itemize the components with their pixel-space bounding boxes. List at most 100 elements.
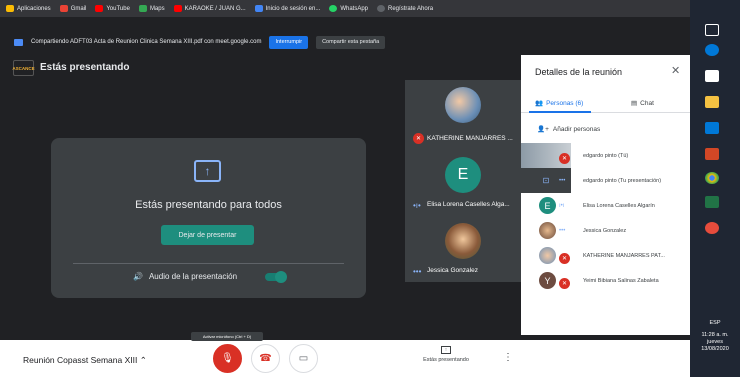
system-tray: ESP 11:28 a. m. jueves 13/08/2020 (690, 320, 740, 353)
mic-tooltip: Activar micrófono (Ctrl + D) (191, 332, 263, 341)
panel-tabs: 👥 Personas (6) ▤ Chat (521, 93, 690, 113)
bookmark-gmail[interactable]: Gmail (59, 5, 86, 12)
bottom-controls-bar: Reunión Copasst Semana XIII ⌃ 🎙 ☎ ▭ (0, 340, 690, 377)
bookmark-youtube[interactable]: YouTube (95, 5, 130, 12)
stop-presenting-button[interactable]: Dejar de presentar (161, 225, 254, 245)
people-icon: 👥 (535, 100, 544, 107)
bookmarks-bar: Aplicaciones Gmail YouTube Maps KARAOKE … (0, 0, 690, 17)
bookmark-apps[interactable]: Aplicaciones (6, 5, 51, 12)
youtube-icon (173, 5, 182, 12)
store-icon[interactable] (705, 70, 719, 82)
brand-logo: ASCANCE (12, 60, 35, 76)
apps-grid-icon (6, 5, 14, 12)
present-screen-icon: ↑ (194, 160, 221, 182)
bookmark-login[interactable]: Inicio de sesión en... (254, 5, 320, 12)
participant-tile-elisa[interactable]: E •ı• Elisa Lorena Caselles Alga... (405, 150, 521, 216)
participant-name: KATHERINE MANJARRES ... (427, 135, 513, 142)
mic-off-icon: ✕ (559, 153, 570, 164)
whatsapp-icon (329, 5, 338, 12)
site-icon (254, 5, 263, 12)
youtube-icon (95, 5, 104, 12)
list-item[interactable]: ✕ edgardo pinto (Tú) (521, 143, 690, 168)
mic-off-icon: ✕ (559, 253, 570, 264)
screen-share-icon (14, 38, 23, 46)
speaker-icon: 🔊 (133, 272, 143, 281)
avatar: Y (539, 272, 556, 289)
list-item[interactable]: E ı•ı Elisa Lorena Caselles Algarín (521, 193, 690, 218)
mic-off-icon: ✕ (413, 133, 424, 144)
avatar (539, 222, 556, 239)
mic-off-icon: 🎙 (221, 353, 234, 364)
close-icon[interactable]: ✕ (671, 64, 680, 77)
bookmark-whatsapp[interactable]: WhatsApp (329, 5, 368, 12)
bookmark-karaoke[interactable]: KARAOKE / JUAN G... (173, 5, 246, 12)
presenting-message: Estás presentando para todos (135, 199, 282, 211)
task-view-icon[interactable] (705, 24, 719, 36)
speaking-indicator-icon: ı•ı (559, 203, 565, 209)
mic-off-icon: ✕ (559, 278, 570, 289)
tray-day: jueves (707, 339, 723, 345)
stop-sharing-button[interactable]: Interrumpir (269, 35, 309, 49)
avatar: E (539, 197, 556, 214)
participant-name: Elisa Lorena Caselles Alga... (427, 201, 510, 208)
more-options-icon[interactable]: ⋮ (503, 352, 513, 363)
avatar (445, 87, 481, 123)
panel-title: Detalles de la reunión (535, 67, 623, 77)
add-people-button[interactable]: 👤+ Añadir personas (537, 125, 600, 134)
camera-icon: ▭ (298, 353, 309, 364)
explorer-icon[interactable] (705, 96, 719, 108)
phone-hangup-icon: ☎ (259, 353, 272, 364)
share-this-tab-button[interactable]: Compartir esta pestaña (316, 35, 386, 49)
tab-chat[interactable]: ▤ Chat (631, 93, 654, 113)
participant-list: ✕ edgardo pinto (Tú) ⊡ ••• edgardo pinto… (521, 143, 690, 293)
presentation-audio-toggle[interactable] (265, 271, 287, 283)
toggle-knob (275, 271, 287, 283)
more-dots-icon: ••• (559, 228, 566, 234)
list-item[interactable]: Y ✕ Yeimi Bibiana Salinas Zabaleta (521, 268, 690, 293)
chevron-up-icon: ⌃ (139, 355, 147, 365)
gmail-icon (59, 5, 68, 12)
excel-icon[interactable] (705, 196, 719, 208)
leave-call-button[interactable]: ☎ (251, 344, 280, 373)
presenting-card: ↑ Estás presentando para todos Dejar de … (51, 138, 366, 298)
tray-time[interactable]: 11:28 a. m. (690, 332, 740, 339)
bookmark-maps[interactable]: Maps (138, 5, 165, 12)
meeting-name[interactable]: Reunión Copasst Semana XIII ⌃ (23, 355, 147, 366)
present-screen-icon: ↑ (441, 346, 451, 354)
mic-toggle-button[interactable]: 🎙 (213, 344, 242, 373)
camera-toggle-button[interactable]: ▭ (289, 344, 318, 373)
edge-icon[interactable] (705, 44, 719, 56)
list-item[interactable]: ••• Jessica Gonzalez (521, 218, 690, 243)
bookmark-register[interactable]: Regístrate Ahora (377, 5, 433, 12)
list-item[interactable]: ⊡ ••• edgardo pinto (Tu presentación) (521, 168, 690, 193)
chrome-icon[interactable] (705, 172, 719, 184)
avatar: E (445, 157, 481, 193)
more-dots-icon: ••• (559, 178, 566, 184)
speaking-indicator-icon: •ı• (413, 201, 421, 210)
add-person-icon: 👤+ (537, 126, 549, 133)
app-icon[interactable] (705, 222, 719, 234)
presentation-audio-label: Audio de la presentación (148, 272, 238, 281)
presenting-status-button[interactable]: ↑ Estás presentando (414, 346, 478, 363)
presenting-title: Estás presentando (40, 62, 130, 73)
avatar (445, 223, 481, 259)
meet-stage: ASCANCE Estás presentando ↑ Estás presen… (0, 55, 521, 340)
sharing-message: Compartiendo ADFT03 Acta de Reunion Clin… (31, 39, 262, 45)
divider (73, 263, 344, 264)
tray-date: 13/08/2020 (701, 346, 729, 352)
mail-icon[interactable] (705, 122, 719, 134)
windows-taskbar: ESP 11:28 a. m. jueves 13/08/2020 (690, 0, 740, 377)
chat-icon: ▤ (631, 100, 638, 107)
participant-tile-jessica[interactable]: ••• Jessica Gonzalez (405, 216, 521, 282)
avatar (539, 247, 556, 264)
site-icon (377, 5, 386, 12)
participant-name: Jessica Gonzalez (427, 267, 478, 274)
participant-tile-katherine[interactable]: ✕ KATHERINE MANJARRES ... (405, 80, 521, 150)
tab-people[interactable]: 👥 Personas (6) (535, 93, 583, 113)
active-tab-underline (529, 111, 591, 113)
maps-icon (138, 5, 147, 12)
tray-lang[interactable]: ESP (690, 320, 740, 327)
list-item[interactable]: ✕ KATHERINE MANJARRES PAT... (521, 243, 690, 268)
powerpoint-icon[interactable] (705, 148, 719, 160)
more-dots-icon: ••• (413, 267, 422, 276)
